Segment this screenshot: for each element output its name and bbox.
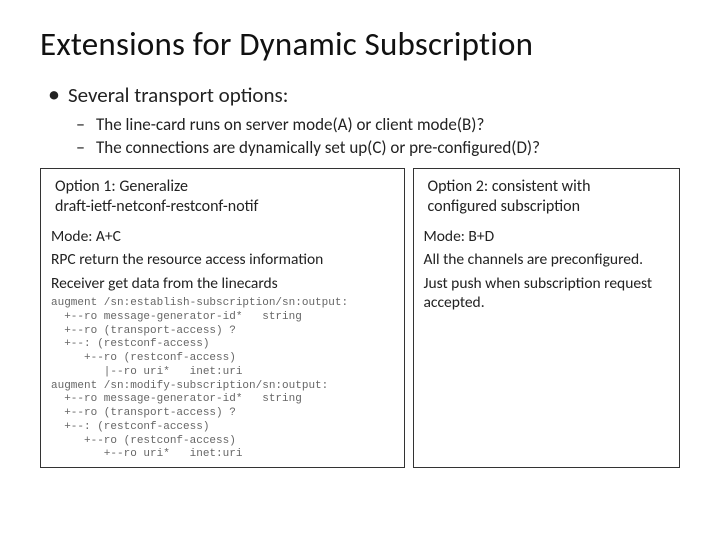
option-1-title: Option 1: Generalize draft-ietf-netconf-…: [55, 177, 394, 217]
bullet-l2-b: The connections are dynamically set up(C…: [46, 137, 680, 158]
option-2-body2: Just push when subscription request acce…: [424, 274, 670, 313]
option-1-yang: augment /sn:establish-subscription/sn:ou…: [51, 297, 394, 462]
option-2-title-line2: configured subscription: [428, 197, 581, 216]
option-1-title-line2: draft-ietf-netconf-restconf-notif: [55, 197, 258, 216]
slide: Extensions for Dynamic Subscription Seve…: [0, 0, 720, 540]
bullet-l2-a: The line-card runs on server mode(A) or …: [46, 114, 680, 135]
option-2-title-line1: Option 2: consistent with: [428, 177, 591, 196]
option-2-title: Option 2: consistent with configured sub…: [428, 177, 670, 217]
options-row: Option 1: Generalize draft-ietf-netconf-…: [40, 168, 680, 468]
option-2-body1: All the channels are preconfigured.: [424, 250, 670, 269]
option-2-box: Option 2: consistent with configured sub…: [413, 168, 681, 468]
option-1-body2: Receiver get data from the linecards: [51, 274, 394, 293]
bullet-l1: Several transport options:: [46, 82, 680, 108]
slide-title: Extensions for Dynamic Subscription: [40, 24, 680, 64]
option-1-mode: Mode: A+C: [51, 227, 394, 246]
option-2-mode: Mode: B+D: [424, 227, 670, 246]
bullet-list: Several transport options: The line-card…: [46, 82, 680, 158]
option-1-title-line1: Option 1: Generalize: [55, 177, 188, 196]
option-1-box: Option 1: Generalize draft-ietf-netconf-…: [40, 168, 405, 468]
option-1-body1: RPC return the resource access informati…: [51, 250, 394, 269]
